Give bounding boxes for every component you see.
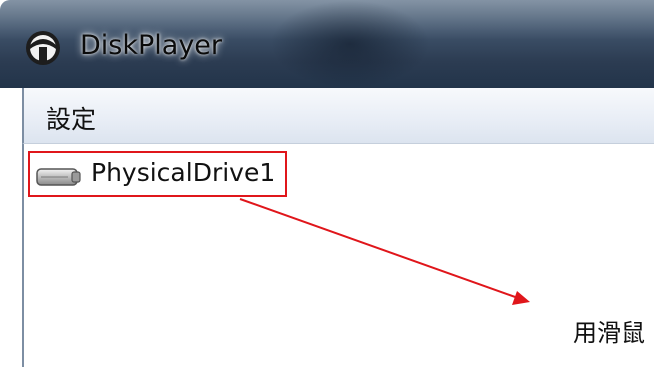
title-bar[interactable]: DiskPlayer (0, 0, 654, 88)
annotation-text: 用滑鼠 (573, 319, 645, 347)
app-icon (26, 31, 60, 65)
window-title: DiskPlayer (80, 30, 223, 61)
title-bar-shade (270, 0, 430, 88)
menu-bar: 設定 (22, 88, 654, 144)
menu-item-settings[interactable]: 設定 (46, 100, 96, 136)
annotation-highlight-box (28, 151, 287, 197)
diskplayer-window: DiskPlayer 設定 PhysicalDrive1 用滑鼠 (0, 0, 654, 367)
